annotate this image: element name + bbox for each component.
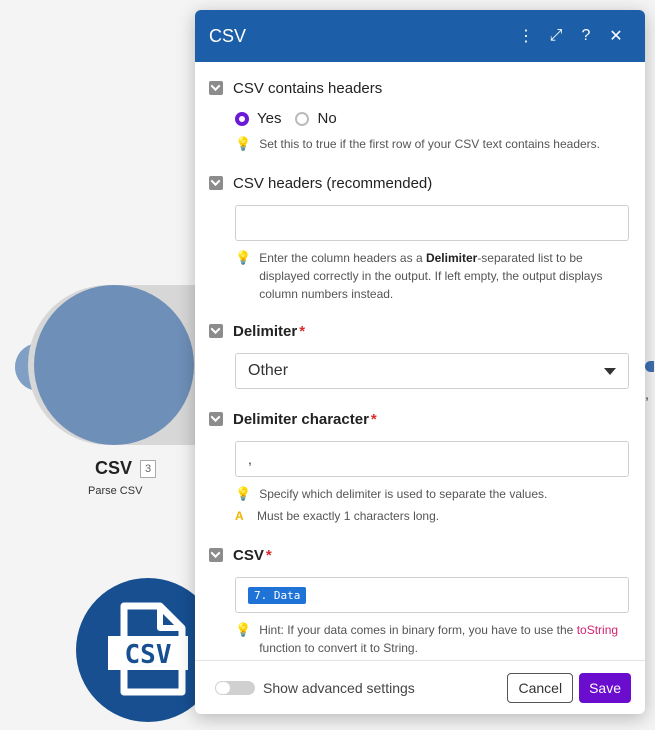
module-title: CSV — [95, 458, 133, 478]
hint-text: Enter the column headers as a Delimiter-… — [259, 251, 603, 301]
lightbulb-icon: 💡 — [235, 250, 252, 265]
module-settings-dialog: CSV ⋮ ⤢ ? ✕ CSV contains headers Yes No — [195, 10, 645, 714]
module-title-row: CSV 3 — [95, 458, 157, 479]
edge-mark: , — [645, 386, 649, 402]
section-label: Delimiter character * — [233, 410, 377, 428]
dialog-title: CSV — [209, 25, 247, 46]
delimiter-character-value: , — [248, 451, 252, 467]
close-icon[interactable]: ✕ — [601, 26, 631, 46]
hint-text: Specify which delimiter is used to separ… — [259, 487, 548, 501]
section-label: CSV * — [233, 546, 272, 564]
hint: 💡 Specify which delimiter is used to sep… — [235, 485, 631, 503]
radio-yes[interactable]: Yes — [235, 110, 281, 127]
module-ring[interactable]: CSV — [34, 285, 220, 722]
module-subtitle: Parse CSV — [88, 485, 143, 497]
required-mark: * — [370, 410, 377, 428]
advanced-settings-label: Show advanced settings — [263, 679, 415, 696]
collapse-toggle-icon[interactable] — [209, 412, 223, 426]
section-csv: CSV * 7. Data 💡 Hint: If your data comes … — [209, 543, 631, 657]
hint-text: Set this to true if the first row of you… — [259, 137, 601, 151]
hint: 💡 Hint: If your data comes in binary for… — [235, 621, 631, 657]
section-label: Delimiter * — [233, 322, 306, 340]
collapse-toggle-icon[interactable] — [209, 548, 223, 562]
dialog-body: CSV contains headers Yes No 💡 Set this t… — [195, 62, 645, 662]
hint-text: Hint: If your data comes in binary form,… — [259, 623, 619, 655]
radio-no-label: No — [317, 110, 337, 127]
section-csv-contains-headers: CSV contains headers Yes No 💡 Set this t… — [209, 76, 631, 153]
module-id-badge: 3 — [140, 459, 157, 478]
dialog-footer: Show advanced settings Cancel Save — [195, 660, 645, 714]
expand-icon[interactable]: ⤢ — [541, 27, 571, 45]
csv-headers-input[interactable] — [235, 205, 629, 241]
radio-group: Yes No — [235, 110, 631, 127]
hint: 💡 Enter the column headers as a Delimite… — [235, 249, 631, 303]
svg-text:CSV: CSV — [125, 640, 172, 670]
warning-icon: A — [235, 509, 244, 523]
section-label: CSV headers (recommended) — [233, 174, 433, 192]
advanced-settings-toggle[interactable] — [215, 680, 255, 695]
mapped-value-pill[interactable]: 7. Data — [248, 586, 307, 604]
warning-text: Must be exactly 1 characters long. — [257, 509, 440, 523]
collapse-toggle-icon[interactable] — [209, 176, 223, 190]
section-delimiter: Delimiter * Other — [209, 319, 631, 389]
delimiter-character-input[interactable]: , — [235, 441, 629, 477]
delimiter-select-value: Other — [248, 362, 289, 379]
radio-no[interactable]: No — [295, 110, 337, 127]
required-mark: * — [265, 546, 272, 564]
section-delimiter-character: Delimiter character * , 💡 Specify which d… — [209, 407, 631, 525]
radio-yes-label: Yes — [257, 110, 282, 127]
outgoing-connector — [645, 361, 654, 372]
section-csv-headers: CSV headers (recommended) 💡 Enter the co… — [209, 171, 631, 303]
cancel-button[interactable]: Cancel — [507, 672, 574, 703]
csv-input[interactable]: 7. Data — [235, 577, 629, 613]
lightbulb-icon: 💡 — [235, 622, 252, 637]
kebab-menu-icon[interactable]: ⋮ — [511, 26, 541, 46]
collapse-toggle-icon[interactable] — [209, 324, 223, 338]
hint: 💡 Set this to true if the first row of y… — [235, 135, 631, 153]
required-mark: * — [299, 322, 306, 340]
section-label: CSV contains headers — [233, 79, 383, 97]
csv-file-icon: CSV — [108, 602, 188, 696]
chevron-down-icon — [604, 367, 616, 375]
dialog-header: CSV ⋮ ⤢ ? ✕ — [195, 10, 645, 62]
radio-unchecked-icon[interactable] — [295, 111, 310, 126]
help-icon[interactable]: ? — [571, 27, 601, 45]
lightbulb-icon: 💡 — [235, 486, 252, 501]
save-button[interactable]: Save — [579, 672, 631, 703]
warning: A Must be exactly 1 characters long. — [235, 507, 631, 525]
collapse-toggle-icon[interactable] — [209, 81, 223, 95]
radio-checked-icon[interactable] — [235, 111, 249, 126]
lightbulb-icon: 💡 — [235, 136, 252, 151]
delimiter-select[interactable]: Other — [235, 353, 629, 389]
